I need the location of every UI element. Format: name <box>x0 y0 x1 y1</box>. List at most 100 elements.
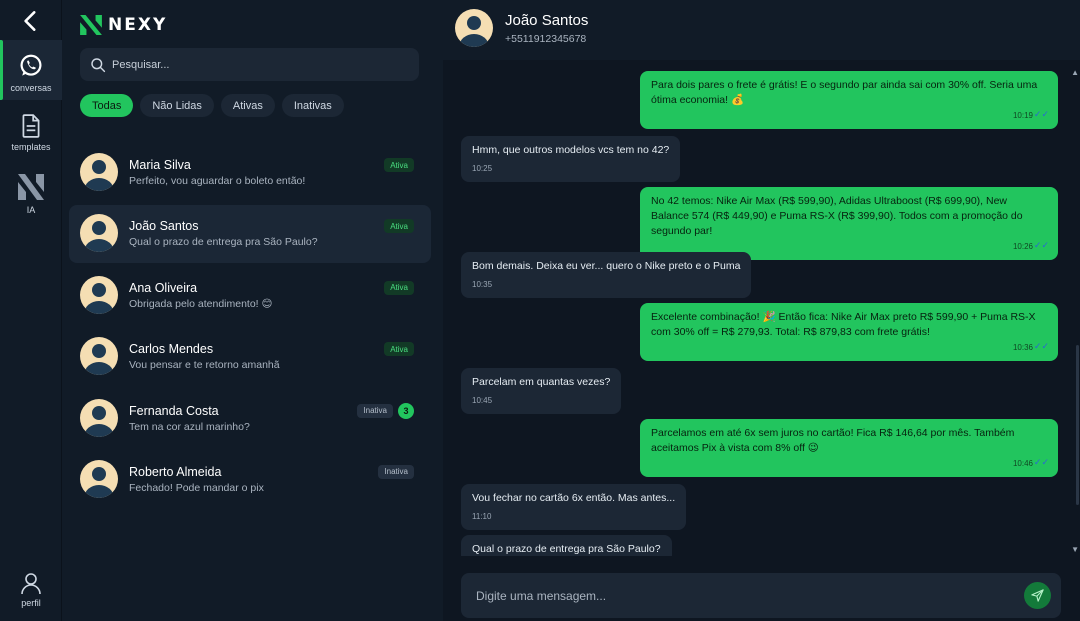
message-outgoing: Para dois pares o frete é grátis! E o se… <box>640 71 1058 129</box>
message-incoming: Hmm, que outros modelos vcs tem no 42? 1… <box>461 136 681 182</box>
scroll-down-arrow-icon[interactable]: ▼ <box>1071 545 1079 554</box>
send-icon <box>1031 589 1044 602</box>
conversation-item[interactable]: Maria Silva Perfeito, vou aguardar o bol… <box>69 144 431 202</box>
avatar <box>80 459 118 498</box>
message-text: Parcelam em quantas vezes? <box>472 376 611 388</box>
message-incoming: Qual o prazo de entrega pra São Paulo? <box>461 535 672 556</box>
rail-item-ia[interactable]: IA <box>0 172 62 218</box>
last-message: Perfeito, vou aguardar o boleto então! <box>129 175 306 187</box>
time-text: 10:46 <box>1012 459 1033 468</box>
message-list[interactable]: Para dois pares o frete é grátis! E o se… <box>443 60 1080 556</box>
chat-contact-name: João Santos <box>505 12 589 29</box>
read-ticks-icon: ✓✓ <box>1033 341 1049 351</box>
nav-rail: conversas templates IA perfil <box>0 0 62 621</box>
message-incoming: Bom demais. Deixa eu ver... quero o Nike… <box>461 252 752 298</box>
filter-todas[interactable]: Todas <box>80 94 134 117</box>
search-icon <box>91 57 106 72</box>
filter-tabs: Todas Não Lidas Ativas Inativas <box>80 94 344 117</box>
chat-area: João Santos +5511912345678 Para dois par… <box>443 0 1080 621</box>
user-avatar-icon <box>84 405 114 437</box>
document-icon <box>22 114 40 138</box>
user-avatar-icon <box>84 160 114 191</box>
message-time: 10:36 ✓✓ <box>651 340 1049 355</box>
message-composer <box>461 573 1061 618</box>
chat-header: João Santos +5511912345678 <box>443 0 1080 60</box>
filter-inativas[interactable]: Inativas <box>281 94 344 117</box>
message-text: No 42 temos: Nike Air Max (R$ 599,90), A… <box>651 195 1023 237</box>
message-text: Bom demais. Deixa eu ver... quero o Nike… <box>472 260 741 272</box>
status-badge: Ativa <box>384 219 414 234</box>
search-box[interactable] <box>80 48 419 81</box>
send-button[interactable] <box>1024 582 1051 609</box>
user-avatar-icon <box>84 344 114 376</box>
conversation-item[interactable]: Roberto Almeida Fechado! Pode mandar o p… <box>69 451 431 509</box>
filter-ativas[interactable]: Ativas <box>220 94 275 117</box>
last-message: Fechado! Pode mandar o pix <box>129 481 264 494</box>
message-input[interactable] <box>476 573 996 618</box>
message-incoming: Vou fechar no cartão 6x então. Mas antes… <box>461 484 687 530</box>
message-time: 10:19 ✓✓ <box>651 108 1049 123</box>
message-time: 10:35 <box>472 280 493 289</box>
status-badge: Inativa <box>357 403 393 418</box>
rail-item-templates[interactable]: templates <box>0 113 62 159</box>
message-outgoing: Parcelamos em até 6x sem juros no cartão… <box>640 419 1058 477</box>
read-ticks-icon: ✓✓ <box>1033 240 1049 250</box>
message-text: Para dois pares o frete é grátis! E o se… <box>651 79 1038 106</box>
scroll-up-arrow-icon[interactable]: ▲ <box>1071 68 1079 77</box>
rail-label-conversas: conversas <box>10 83 52 93</box>
scrollbar-thumb[interactable] <box>1076 345 1079 505</box>
status-badge: Ativa <box>384 342 414 357</box>
message-outgoing: No 42 temos: Nike Air Max (R$ 599,90), A… <box>640 187 1058 260</box>
avatar <box>80 153 118 191</box>
last-message: Tem na cor azul marinho? <box>129 420 250 433</box>
conversation-panel: NEXY Todas Não Lidas Ativas Inativas Mar… <box>62 0 443 621</box>
last-message: Vou pensar e te retorno amanhã <box>129 359 280 372</box>
conversation-item[interactable]: Fernanda Costa Tem na cor azul marinho? … <box>69 390 431 448</box>
conversation-item-selected[interactable]: João Santos Qual o prazo de entrega pra … <box>69 205 431 264</box>
conversation-list: Maria Silva Perfeito, vou aguardar o bol… <box>69 144 431 512</box>
message-time: 10:25 <box>472 164 493 173</box>
rail-item-conversas[interactable]: conversas <box>0 40 62 100</box>
user-avatar-icon <box>459 16 489 47</box>
message-text: Excelente combinação! 🎉 Então fica: Nike… <box>651 311 1036 338</box>
last-message: Qual o prazo de entrega pra São Paulo? <box>129 236 318 249</box>
status-badge: Ativa <box>384 158 414 172</box>
user-icon <box>21 573 41 595</box>
message-time: 11:10 <box>472 512 492 521</box>
message-time: 10:45 <box>472 396 493 405</box>
contact-name: Carlos Mendes <box>129 342 214 357</box>
whatsapp-icon <box>20 54 42 76</box>
message-text: Parcelamos em até 6x sem juros no cartão… <box>651 427 1015 454</box>
avatar[interactable] <box>455 9 493 47</box>
avatar <box>80 337 118 376</box>
contact-name: Maria Silva <box>129 158 191 172</box>
message-text: Hmm, que outros modelos vcs tem no 42? <box>472 144 670 156</box>
nexy-logo-icon <box>18 174 44 200</box>
last-message: Obrigada pelo atendimento! 😊 <box>129 297 273 310</box>
message-incoming: Parcelam em quantas vezes? 10:45 <box>461 368 622 414</box>
brand-name: NEXY <box>108 15 168 35</box>
unread-count-badge: 3 <box>398 402 414 419</box>
contact-name: Fernanda Costa <box>129 403 219 418</box>
search-input[interactable] <box>112 58 392 71</box>
rail-label-perfil: perfil <box>21 598 41 608</box>
back-arrow-icon[interactable] <box>18 8 44 34</box>
message-text: Qual o prazo de entrega pra São Paulo? <box>472 543 661 555</box>
time-text: 10:19 <box>1012 111 1033 120</box>
time-text: 10:26 <box>1012 242 1033 251</box>
chat-contact-phone: +5511912345678 <box>505 33 587 45</box>
avatar <box>80 398 118 437</box>
rail-label-ia: IA <box>26 205 36 215</box>
message-time: 10:46 ✓✓ <box>651 456 1049 471</box>
rail-label-templates: templates <box>11 142 51 152</box>
status-badge: Inativa <box>378 464 414 479</box>
contact-name: Roberto Almeida <box>129 464 222 479</box>
user-avatar-icon <box>84 282 114 314</box>
message-outgoing: Excelente combinação! 🎉 Então fica: Nike… <box>640 303 1058 361</box>
filter-nao-lidas[interactable]: Não Lidas <box>140 94 214 117</box>
conversation-item[interactable]: Ana Oliveira Obrigada pelo atendimento! … <box>69 267 431 325</box>
time-text: 10:36 <box>1012 343 1033 352</box>
conversation-item[interactable]: Carlos Mendes Vou pensar e te retorno am… <box>69 328 431 386</box>
avatar <box>80 214 118 253</box>
rail-item-perfil[interactable]: perfil <box>0 571 62 617</box>
